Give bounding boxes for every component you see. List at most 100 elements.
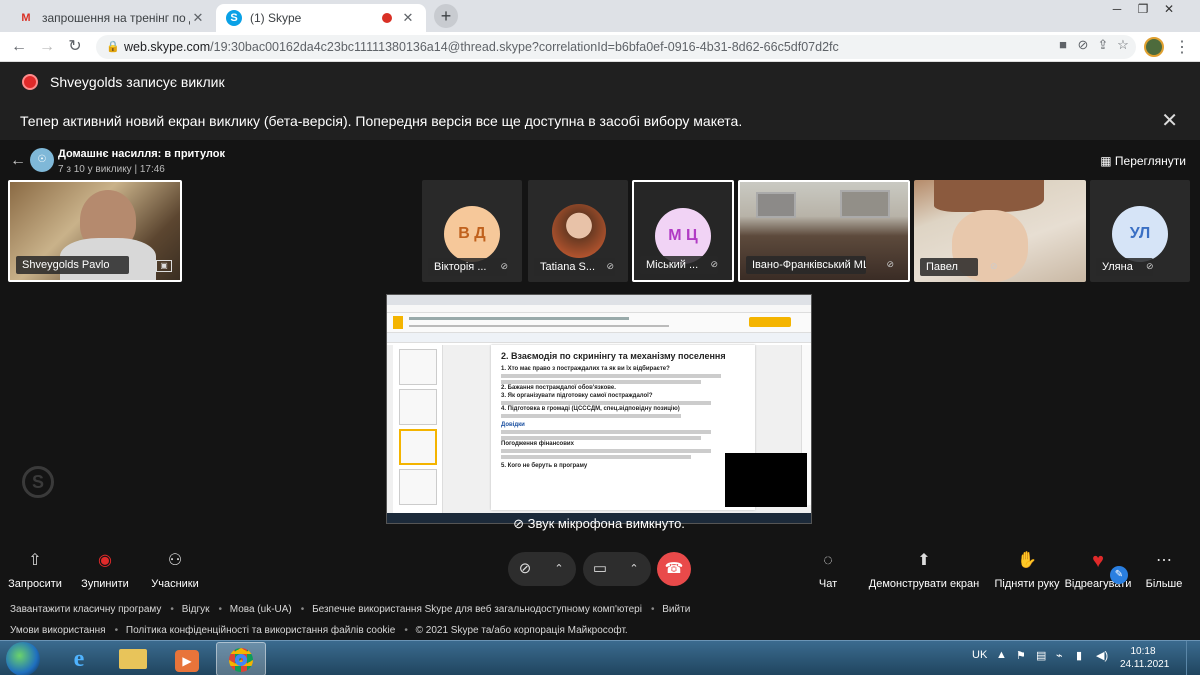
screen-share-icon: ▣: [156, 260, 172, 272]
participant-tile-viktoria[interactable]: В Д Вікторія ... ⊘: [422, 180, 522, 282]
chrome-icon[interactable]: [216, 642, 266, 675]
start-button[interactable]: [6, 642, 40, 675]
slide-thumb: [399, 349, 437, 385]
footer-link-sign-out[interactable]: Вийти: [662, 604, 690, 615]
participants-button[interactable]: ⚇ Учасники: [146, 548, 204, 590]
more-button[interactable]: ⋯ Більше: [1138, 548, 1190, 590]
slide-thumb: [399, 469, 437, 505]
show-desktop-button[interactable]: [1186, 641, 1200, 675]
minimize-window-button[interactable]: ─: [1104, 0, 1130, 20]
bookmark-star-icon[interactable]: ☆: [1114, 37, 1132, 53]
participants-label: Учасники: [151, 578, 199, 590]
footer-copyright: © 2021 Skype та/або корпорація Майкрософ…: [415, 625, 628, 636]
participant-video: [840, 190, 890, 218]
taskbar-clock[interactable]: 10:18 24.11.2021: [1120, 645, 1170, 671]
new-tab-button[interactable]: +: [434, 4, 458, 28]
participant-tile-uliana[interactable]: УЛ Уляна ⊘: [1090, 180, 1190, 282]
doc-item: 5. Кого не беруть в програму: [501, 462, 588, 469]
tray-expand-icon[interactable]: ▲: [996, 649, 1007, 661]
shared-screen[interactable]: 2. Взаємодія по скринінгу та механізму п…: [386, 294, 812, 524]
close-banner-icon[interactable]: ✕: [1161, 102, 1178, 140]
chevron-up-icon[interactable]: ⌃: [617, 552, 651, 586]
media-player-icon[interactable]: ▶: [162, 642, 212, 675]
call-header: ← ☉ Домашнє насилля: в притулок 7 з 10 у…: [0, 140, 1200, 180]
usb-icon[interactable]: ⌁: [1056, 649, 1063, 662]
chat-button[interactable]: ◌ Чат: [806, 548, 850, 590]
doc-text-line: [501, 435, 701, 440]
close-window-button[interactable]: ✕: [1156, 0, 1182, 20]
participant-tile-tatiana[interactable]: Tatiana S... ⊘: [528, 180, 628, 282]
tab-title: запрошення на тренінг по дома: [42, 11, 190, 25]
recording-banner-text: Shveygolds записує виклик: [50, 74, 225, 90]
back-button[interactable]: ←: [8, 37, 30, 57]
doc-text-line: [501, 449, 711, 453]
doc-item: Погодження фінансових: [501, 441, 574, 447]
chevron-up-icon[interactable]: ⌃: [542, 552, 576, 586]
share-screen-button[interactable]: ⬆ Демонструвати екран: [868, 548, 980, 590]
video-off-icon[interactable]: ▭: [583, 552, 617, 586]
chat-bubble-icon: ◌: [823, 552, 833, 569]
chat-label: Чат: [818, 578, 838, 590]
camera-permission-icon[interactable]: ■: [1054, 37, 1072, 53]
clock-date: 24.11.2021: [1120, 659, 1170, 670]
internet-explorer-icon[interactable]: e: [54, 642, 104, 675]
close-tab-icon[interactable]: ✕: [400, 10, 416, 26]
invite-button[interactable]: ⇧ Запросити: [6, 548, 64, 590]
chrome-logo-icon: [229, 648, 253, 672]
footer-link-safe-use[interactable]: Безпечне використання Skype для веб зага…: [312, 604, 642, 615]
shared-doc-toolbar: [387, 333, 811, 343]
pen-icon[interactable]: ✎: [1110, 566, 1128, 584]
address-bar[interactable]: 🔒 web.skype.com/19:30bac00162da4c23bc111…: [96, 35, 1136, 59]
screen-share-icon: ⬆: [917, 552, 931, 569]
footer-link-privacy[interactable]: Політика конфіденційності та використанн…: [126, 625, 395, 636]
raise-hand-label: Підняти руку: [994, 578, 1060, 590]
windows-taskbar: e ▶ UK ▲ ⚑ ▤ ⌁ ▮ ◀) 10:18 24.11.2021: [0, 640, 1200, 675]
signal-icon[interactable]: ▮: [1076, 649, 1082, 662]
gmail-icon: M: [21, 12, 31, 24]
share-icon[interactable]: ⇪: [1094, 37, 1112, 53]
footer-link-download[interactable]: Завантажити класичну програму: [10, 604, 161, 615]
flag-icon[interactable]: ⚑: [1016, 649, 1026, 662]
hang-up-button[interactable]: ☎: [657, 552, 691, 586]
muted-mic-icon[interactable]: ⊘: [508, 552, 542, 586]
footer-link-language[interactable]: Мова (uk-UA): [230, 604, 292, 615]
footer-link-terms[interactable]: Умови використання: [10, 625, 106, 636]
input-language[interactable]: UK: [972, 649, 987, 661]
clock-time: 10:18: [1130, 646, 1156, 657]
participant-tile-ivano-frankivskyi[interactable]: Івано-Франківський МЦ... ⊘: [738, 180, 910, 282]
maximize-window-button[interactable]: ❐: [1130, 0, 1156, 20]
more-label: Більше: [1145, 578, 1183, 590]
phone-icon: ☎: [664, 560, 684, 577]
volume-icon[interactable]: ◀): [1096, 649, 1108, 662]
doc-heading: 2. Взаємодія по скринінгу та механізму п…: [501, 351, 726, 361]
invite-label: Запросити: [8, 578, 62, 590]
record-icon: ◉: [98, 552, 112, 569]
doc-item: 3. Як організувати підготовку самої пост…: [501, 392, 653, 399]
browser-tab-skype[interactable]: S (1) Skype ✕: [216, 4, 426, 32]
call-title[interactable]: Домашнє насилля: в притулок: [58, 148, 225, 160]
raise-hand-button[interactable]: ✋ Підняти руку: [992, 548, 1062, 590]
participant-tile-miskyi[interactable]: М Ц Міський ... ⊘: [632, 180, 734, 282]
network-icon[interactable]: ▤: [1036, 649, 1046, 662]
participant-tile-pavel[interactable]: Павел ⊘: [914, 180, 1086, 282]
info-banner-text: Тепер активний новий екран виклику (бета…: [20, 113, 743, 129]
browser-tab-gmail[interactable]: M запрошення на тренінг по дома ✕: [8, 4, 216, 32]
close-tab-icon[interactable]: ✕: [190, 10, 206, 26]
back-arrow-icon[interactable]: ←: [10, 152, 26, 170]
video-control-group: ▭ ⌃: [583, 552, 651, 586]
url-path: /19:30bac00162da4c23bc11111380136a14@thr…: [210, 40, 839, 54]
peek-button[interactable]: ▦ Переглянути: [1100, 154, 1186, 168]
doc-item: Довідки: [501, 422, 525, 428]
footer-link-feedback[interactable]: Відгук: [182, 604, 210, 615]
stop-recording-button[interactable]: ◉ Зупинити: [76, 548, 134, 590]
recording-dot-icon: [22, 74, 38, 90]
forward-button[interactable]: →: [36, 37, 58, 57]
muted-mic-icon: ⊘: [500, 261, 508, 271]
participant-tile-shveygolds[interactable]: Shveygolds Pavlo ▣: [8, 180, 182, 282]
microphone-permission-icon[interactable]: ⊘: [1074, 37, 1092, 53]
profile-avatar[interactable]: [1144, 37, 1164, 57]
file-explorer-icon[interactable]: [108, 642, 158, 675]
browser-menu-icon[interactable]: ⋮: [1174, 37, 1190, 57]
reload-button[interactable]: ↻: [64, 37, 86, 57]
participant-video: [756, 192, 796, 218]
